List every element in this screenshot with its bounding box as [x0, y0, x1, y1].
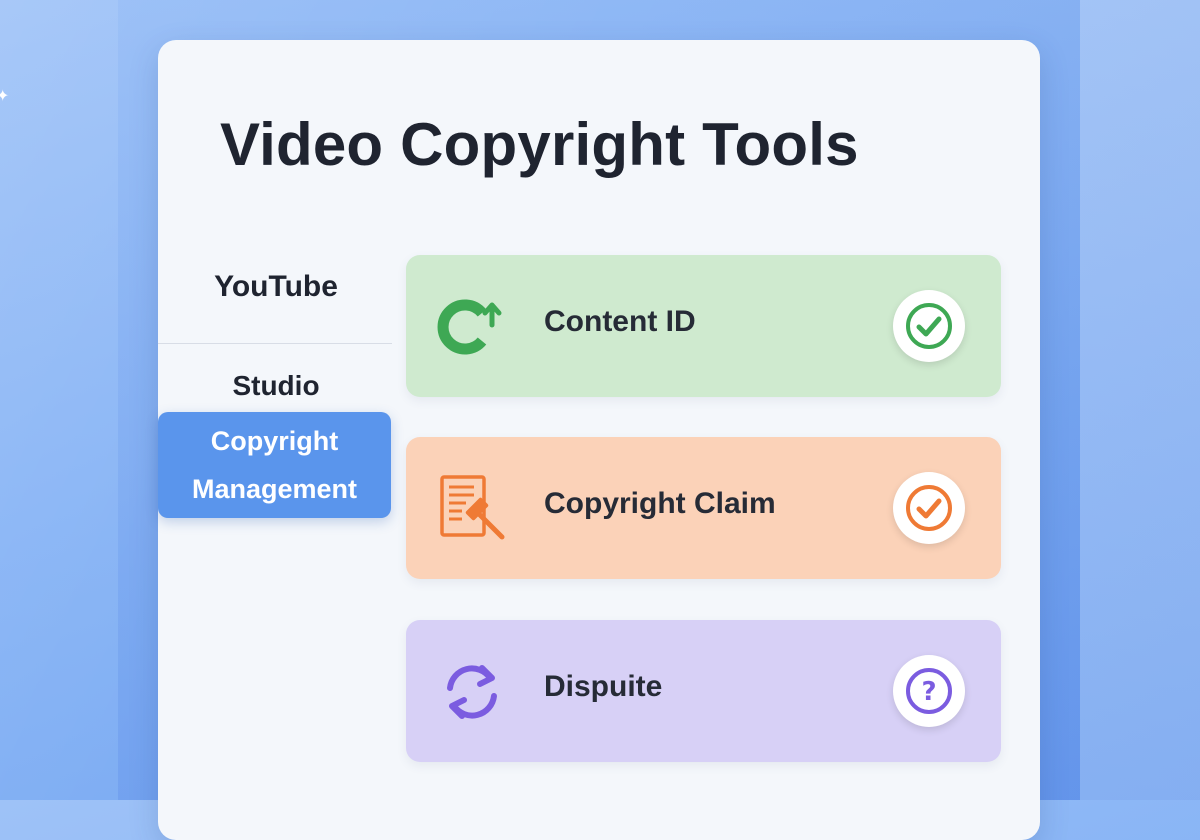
svg-text:?: ?	[921, 677, 936, 707]
refresh-arrows-icon	[447, 665, 497, 719]
sidebar-item-copyright-management[interactable]: Copyright Management	[158, 412, 391, 518]
tool-card-content-id[interactable]: Content ID	[406, 255, 1001, 397]
sidebar-item-studio[interactable]: Studio	[158, 370, 394, 402]
tool-label: Copyright Claim	[544, 487, 776, 520]
sidebar-label-line-2: Management	[191, 474, 358, 504]
status-badge: ?	[893, 655, 965, 727]
sparkle-icon: ✦	[0, 86, 10, 105]
sidebar-label-line-1: Copyright	[210, 426, 339, 456]
status-badge	[893, 472, 965, 544]
check-icon	[906, 303, 952, 349]
document-gavel-icon	[440, 475, 505, 540]
tool-label: Content ID	[544, 305, 696, 338]
tool-card-dispute[interactable]: Dispuite ?	[406, 620, 1001, 762]
content-id-icon	[437, 299, 502, 355]
sidebar-item-label: Copyright Management	[192, 417, 357, 513]
sidebar-divider	[158, 343, 392, 344]
page-title: Video Copyright Tools	[220, 111, 859, 178]
sidebar-item-youtube[interactable]: YouTube	[158, 270, 394, 304]
check-icon	[906, 485, 952, 531]
status-badge	[893, 290, 965, 362]
tool-card-copyright-claim[interactable]: Copyright Claim	[406, 437, 1001, 579]
tool-label: Dispuite	[544, 670, 663, 703]
question-icon: ?	[906, 668, 952, 714]
main-card: Video Copyright Tools YouTube Studio Cop…	[158, 40, 1040, 840]
